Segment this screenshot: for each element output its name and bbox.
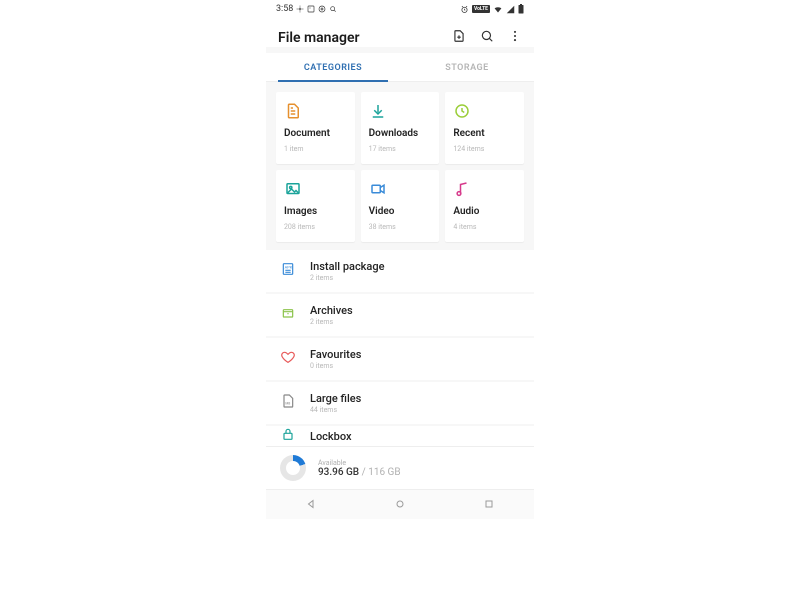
new-file-icon: [452, 29, 466, 43]
circle-home-icon: [394, 498, 406, 510]
card-title: Document: [284, 128, 347, 139]
settings-status-icon: [318, 5, 326, 13]
list-title: Archives: [310, 304, 353, 317]
card-sub: 124 items: [453, 145, 516, 153]
image-status-icon: [307, 5, 315, 13]
status-bar: 3:58 VoLTE: [266, 0, 534, 18]
card-sub: 4 items: [453, 223, 516, 231]
card-sub: 208 items: [284, 223, 347, 231]
overflow-menu-button[interactable]: [508, 28, 522, 47]
available-label: Available: [318, 459, 401, 467]
category-list: APK Install package 2 items Archives 2 i…: [266, 250, 534, 446]
svg-text:MB: MB: [285, 401, 290, 405]
card-audio[interactable]: Audio 4 items: [445, 170, 524, 242]
square-recents-icon: [483, 498, 495, 510]
triangle-back-icon: [305, 498, 317, 510]
storage-pie-icon: [280, 455, 306, 481]
new-file-button[interactable]: [452, 28, 466, 47]
list-item-lockbox[interactable]: Lockbox: [266, 426, 534, 446]
card-images[interactable]: Images 208 items: [276, 170, 355, 242]
storage-summary[interactable]: Available 93.96 GB / 116 GB: [266, 446, 534, 489]
list-item-favourites[interactable]: Favourites 0 items: [266, 338, 534, 380]
list-item-archives[interactable]: Archives 2 items: [266, 294, 534, 336]
more-vert-icon: [508, 29, 522, 43]
location-icon: [296, 5, 304, 13]
card-title: Downloads: [369, 128, 432, 139]
tab-categories[interactable]: CATEGORIES: [266, 53, 400, 81]
nav-home-button[interactable]: [394, 495, 406, 514]
network-badge: VoLTE: [472, 5, 490, 13]
status-time: 3:58: [276, 4, 293, 14]
available-value: 93.96 GB / 116 GB: [318, 467, 401, 478]
search-status-icon: [329, 5, 337, 13]
list-title: Lockbox: [310, 430, 352, 443]
search-icon: [480, 29, 494, 43]
document-icon: [284, 102, 347, 122]
list-sub: 2 items: [310, 318, 353, 326]
card-recent[interactable]: Recent 124 items: [445, 92, 524, 164]
card-sub: 38 items: [369, 223, 432, 231]
tab-storage[interactable]: STORAGE: [400, 53, 534, 81]
app-header: File manager: [266, 18, 534, 47]
list-item-large-files[interactable]: MB Large files 44 items: [266, 382, 534, 424]
list-title: Install package: [310, 260, 384, 273]
card-sub: 17 items: [369, 145, 432, 153]
card-document[interactable]: Document 1 item: [276, 92, 355, 164]
svg-text:APK: APK: [285, 264, 293, 269]
card-title: Audio: [453, 206, 516, 217]
card-title: Images: [284, 206, 347, 217]
list-sub: 0 items: [310, 362, 361, 370]
video-icon: [369, 180, 432, 200]
card-sub: 1 item: [284, 145, 347, 153]
card-title: Recent: [453, 128, 516, 139]
signal-icon: [506, 5, 515, 14]
android-nav-bar: [266, 489, 534, 519]
search-button[interactable]: [480, 28, 494, 47]
list-item-install-package[interactable]: APK Install package 2 items: [266, 250, 534, 292]
tabs: CATEGORIES STORAGE: [266, 53, 534, 82]
apk-icon: APK: [280, 261, 296, 281]
card-downloads[interactable]: Downloads 17 items: [361, 92, 440, 164]
nav-recents-button[interactable]: [483, 495, 495, 514]
images-icon: [284, 180, 347, 200]
card-title: Video: [369, 206, 432, 217]
large-file-icon: MB: [280, 393, 296, 413]
page-title: File manager: [278, 30, 360, 46]
alarm-icon: [460, 5, 469, 14]
list-sub: 44 items: [310, 406, 361, 414]
audio-icon: [453, 180, 516, 200]
lock-icon: [280, 426, 296, 446]
nav-back-button[interactable]: [305, 495, 317, 514]
device-frame: 3:58 VoLTE File manager: [266, 0, 534, 519]
wifi-icon: [493, 5, 503, 14]
archive-icon: [280, 305, 296, 325]
list-title: Favourites: [310, 348, 361, 361]
list-sub: 2 items: [310, 274, 384, 282]
category-grid: Document 1 item Downloads 17 items Recen…: [266, 82, 534, 248]
list-title: Large files: [310, 392, 361, 405]
card-video[interactable]: Video 38 items: [361, 170, 440, 242]
heart-icon: [280, 349, 296, 369]
download-icon: [369, 102, 432, 122]
battery-icon: [518, 4, 524, 14]
recent-icon: [453, 102, 516, 122]
